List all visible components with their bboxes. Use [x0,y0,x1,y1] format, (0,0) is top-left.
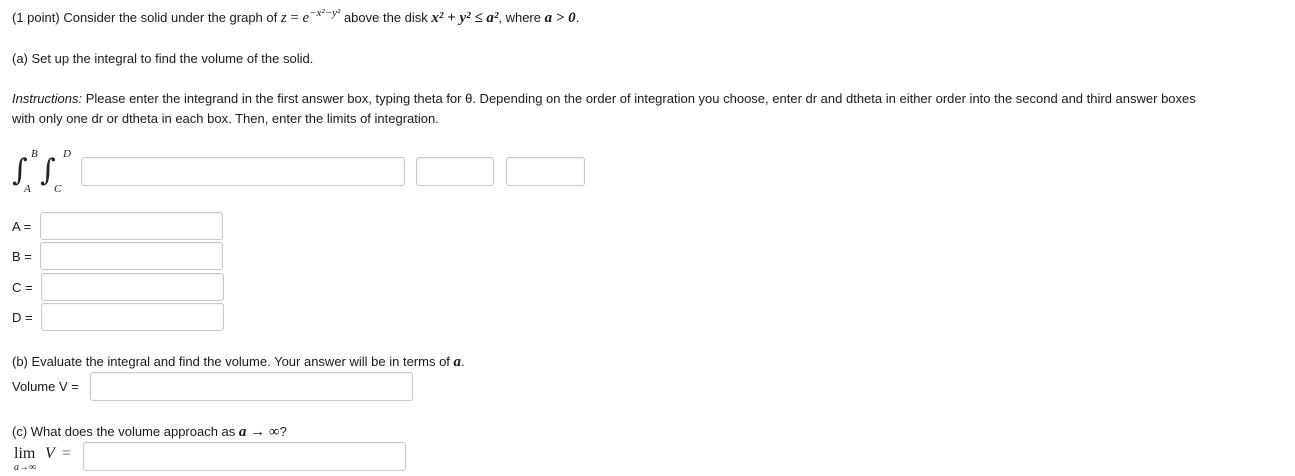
lim-variable: V [45,445,55,462]
region-text: above the disk [343,10,428,25]
part-b-period: . [461,354,465,369]
differential-1-input[interactable] [416,157,494,186]
limit-d-input[interactable] [41,303,224,331]
part-c-question-mark: ? [279,424,287,439]
part-b-variable: a [453,354,462,370]
part-c-text: (c) What does the volume approach as [12,424,236,439]
limit-a-label: A = [12,219,32,234]
integrand-input[interactable] [81,157,405,186]
outer-upper-limit: B [31,148,38,160]
inner-lower-limit: C [54,183,62,195]
part-c-math: a → ∞ [238,424,280,440]
instructions-label: Instructions: [12,91,83,106]
differential-2-input[interactable] [506,157,585,186]
part-b-prompt: (b) Evaluate the integral and find the v… [12,354,465,371]
instructions-line-1: Instructions: Please enter the integrand… [12,91,1196,106]
lim-operator: lim [14,445,36,462]
instructions-line-2: with only one dr or dtheta in each box. … [12,111,439,126]
problem-statement: (1 point) Consider the solid under the g… [12,7,580,26]
limit-answer-input[interactable] [83,442,406,471]
limit-c-label: C = [12,280,33,295]
points-label: (1 point) [12,10,60,25]
instructions-text-1: Please enter the integrand in the first … [85,91,1196,106]
limit-a-input[interactable] [40,212,223,240]
part-a-prompt: (a) Set up the integral to find the volu… [12,51,314,66]
where-text: , where [498,10,541,25]
limit-d-label: D = [12,310,33,325]
lim-subscript: a→∞ [14,462,37,473]
inner-upper-limit: D [63,148,71,160]
disk-inequality: x² + y² ≤ a² [431,10,499,26]
function-lhs: z [280,10,287,26]
limit-b-label: B = [12,249,32,264]
limit-c-input[interactable] [41,273,224,301]
function-exponent: −x²−y² [309,7,341,19]
lim-equals: = [62,445,72,462]
intro-text: Consider the solid under the graph of [63,10,278,25]
condition-math: a > 0 [544,10,576,26]
limit-b-input[interactable] [40,242,223,270]
statement-period: . [575,10,580,25]
part-c-prompt: (c) What does the volume approach as a →… [12,424,287,441]
outer-integral-sign: ∫ [12,153,28,188]
volume-input[interactable] [90,372,413,401]
inner-integral-sign: ∫ [40,153,56,188]
outer-lower-limit: A [24,183,31,195]
part-b-text: (b) Evaluate the integral and find the v… [12,354,450,369]
volume-label: Volume V = [12,379,79,394]
